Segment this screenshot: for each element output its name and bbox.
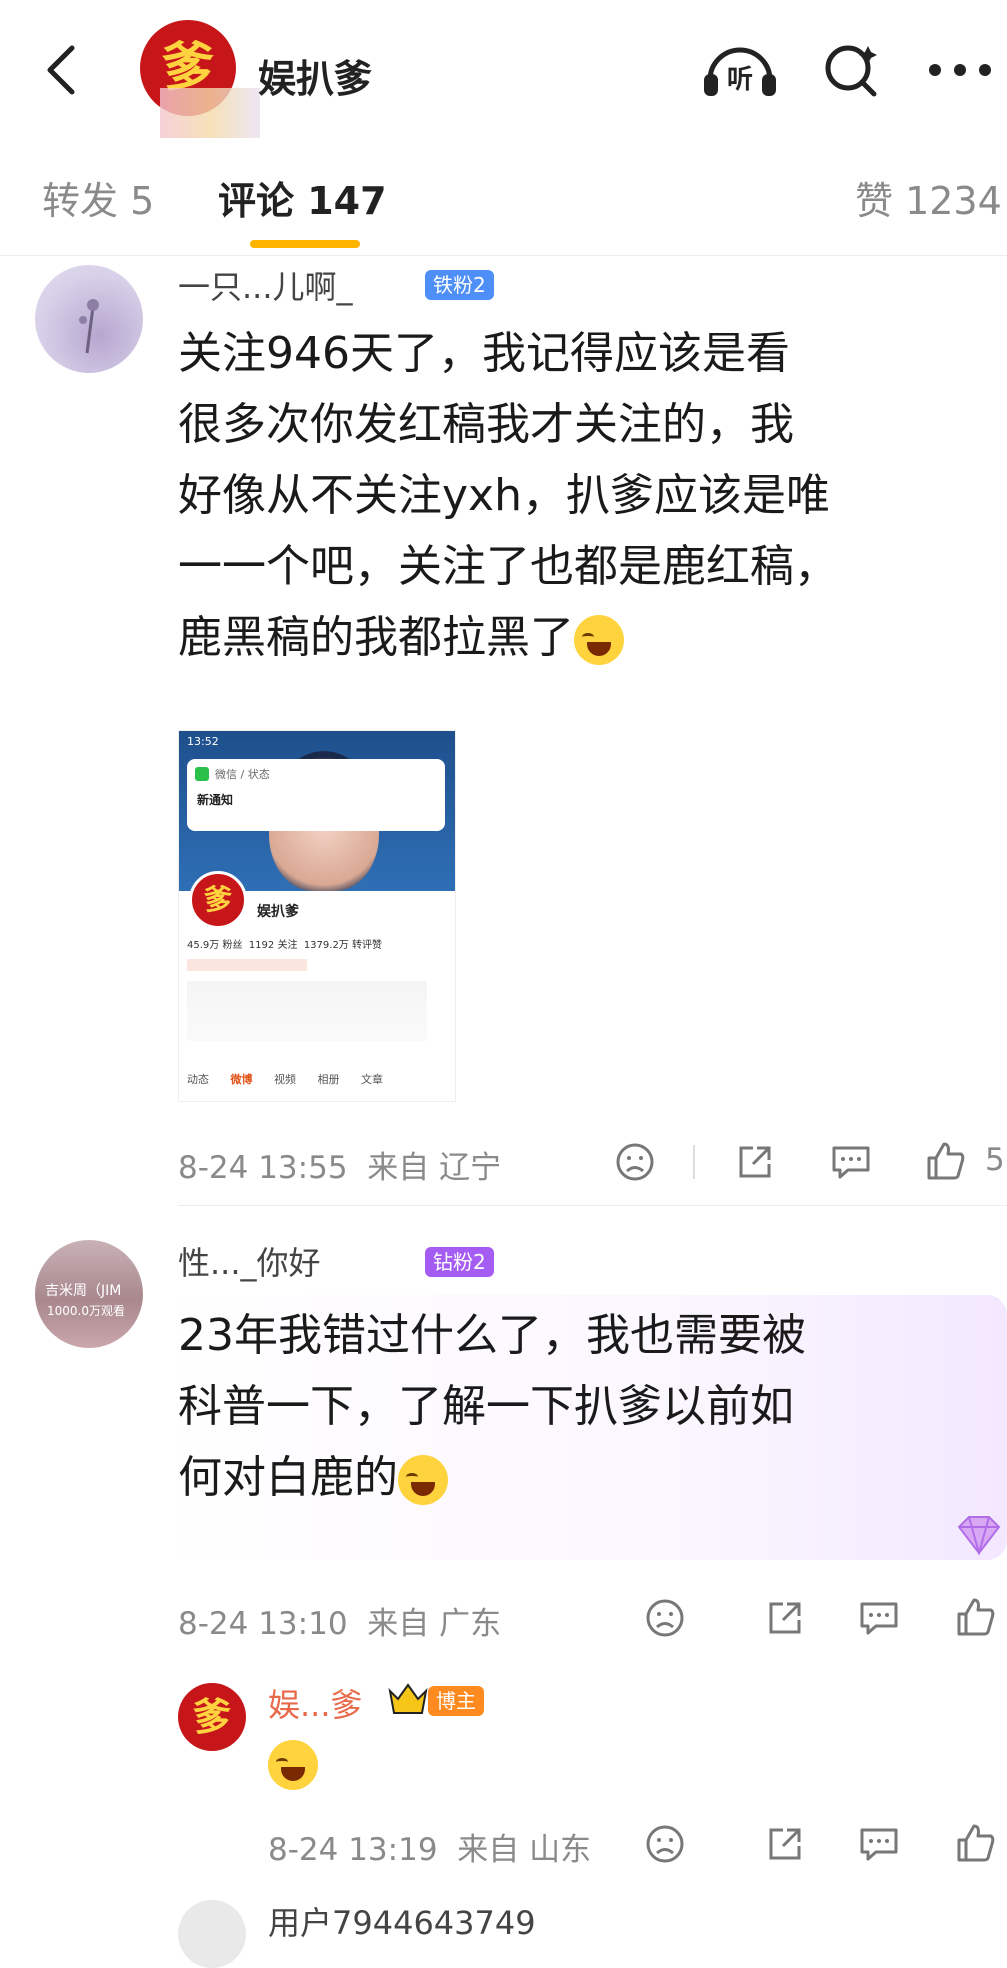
comment-meta: 8-24 13:10 来自 广东 <box>178 1606 502 1642</box>
reply-icon[interactable] <box>858 1824 900 1864</box>
listen-icon[interactable]: 听 <box>700 40 780 104</box>
blogger-badge: 博主 <box>428 1686 484 1716</box>
active-tab-indicator <box>250 240 360 248</box>
laugh-cry-emoji-icon <box>268 1740 318 1790</box>
username[interactable]: 娱...爹 <box>268 1680 363 1726</box>
like-icon[interactable] <box>955 1822 997 1864</box>
share-icon[interactable] <box>765 1824 805 1864</box>
more-icon[interactable] <box>925 60 995 84</box>
username[interactable]: 性..._你好 <box>178 1238 321 1284</box>
comment-meta: 8-24 13:55 来自 辽宁 <box>178 1150 502 1186</box>
laugh-cry-emoji-icon <box>574 615 624 665</box>
avatar[interactable] <box>35 265 143 373</box>
tab-bar: 转发 5 评论 147 赞 1234 <box>0 140 1007 256</box>
dislike-icon[interactable] <box>645 1824 685 1864</box>
diamond-icon <box>955 1515 1003 1559</box>
search-icon[interactable] <box>820 38 884 106</box>
like-icon[interactable] <box>955 1596 997 1638</box>
username[interactable]: 用户7944643749 <box>268 1898 536 1944</box>
reply-content <box>268 1740 318 1790</box>
like-count: 5 <box>985 1142 1005 1178</box>
comment-text: 23年我错过什么了，我也需要被 科普一下，了解一下扒爹以前如 何对白鹿的 <box>178 1310 806 1505</box>
avatar[interactable]: 爹 <box>178 1683 246 1751</box>
username[interactable]: 一只...儿啊_ <box>178 262 353 308</box>
laugh-cry-emoji-icon <box>398 1455 448 1505</box>
like-icon[interactable] <box>925 1140 967 1182</box>
crown-icon <box>388 1683 428 1719</box>
comment-text: 关注946天了，我记得应该是看 很多次你发红稿我才关注的，我 好像从不关注yxh… <box>178 328 838 665</box>
dislike-icon[interactable] <box>615 1142 655 1182</box>
avatar[interactable] <box>178 1900 246 1968</box>
avatar[interactable]: 吉米周（JIM 1000.0万观看 <box>35 1240 143 1348</box>
notification-popup: 微信 / 状态 新通知 <box>187 759 445 831</box>
tab-comments[interactable]: 评论 147 <box>218 170 387 225</box>
back-icon[interactable] <box>32 40 92 100</box>
comment-meta: 8-24 13:19 来自 山东 <box>268 1832 592 1868</box>
svg-text:听: 听 <box>727 65 753 95</box>
fan-badge: 钻粉2 <box>425 1247 494 1277</box>
page-title: 娱扒爹 <box>258 57 373 101</box>
attached-image[interactable]: 13:52 微信 / 状态 新通知 爹 娱扒爹 45.9万 粉丝 1192 关注… <box>178 730 456 1102</box>
dislike-icon[interactable] <box>645 1598 685 1638</box>
tab-likes[interactable]: 赞 1234 <box>855 170 1002 225</box>
top-bar: 爹 娱扒爹 听 <box>0 0 1007 138</box>
share-icon[interactable] <box>765 1598 805 1638</box>
fan-badge: 铁粉2 <box>425 270 494 300</box>
reply-icon[interactable] <box>830 1142 872 1182</box>
blurred-area <box>160 88 260 138</box>
tab-repost[interactable]: 转发 5 <box>42 170 154 225</box>
divider <box>693 1145 695 1179</box>
share-icon[interactable] <box>735 1142 775 1182</box>
reply-icon[interactable] <box>858 1598 900 1638</box>
